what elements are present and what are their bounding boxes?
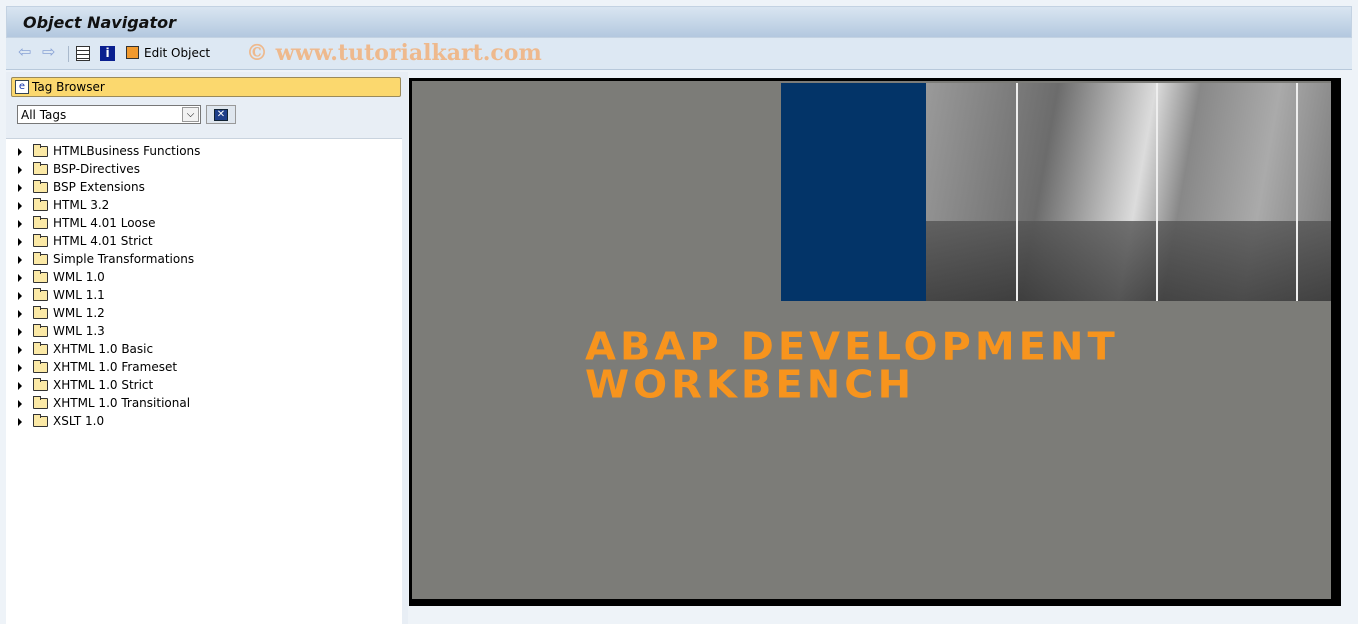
expand-icon[interactable]: [18, 166, 22, 174]
tree-node-label: WML 1.2: [53, 306, 105, 320]
blue-block: [781, 83, 926, 301]
expand-icon[interactable]: [18, 364, 22, 372]
tag-filter-value: All Tags: [21, 108, 67, 122]
splash-stage: ABAP DEVELOPMENT WORKBENCH: [412, 81, 1331, 599]
expand-icon[interactable]: [18, 148, 22, 156]
tree-node-label: WML 1.3: [53, 324, 105, 338]
expand-icon[interactable]: [18, 238, 22, 246]
tree-node-label: XSLT 1.0: [53, 414, 105, 428]
tree-node-label: Simple Transformations: [53, 252, 195, 266]
folder-icon: [33, 360, 48, 373]
arrow-right-icon[interactable]: ⇨: [42, 42, 55, 61]
tree-node-label: HTMLBusiness Functions: [53, 144, 201, 158]
heading-line-2: WORKBENCH: [585, 363, 916, 407]
panel-splitter[interactable]: [402, 72, 408, 624]
expand-icon[interactable]: [18, 202, 22, 210]
expand-icon[interactable]: [18, 292, 22, 300]
folder-icon: [33, 144, 48, 157]
tag-browser-header[interactable]: e Tag Browser: [11, 77, 401, 97]
window-title: Object Navigator: [23, 13, 176, 32]
title-bar: Object Navigator: [6, 6, 1352, 38]
expand-icon[interactable]: [18, 382, 22, 390]
edit-object-button[interactable]: Edit Object: [144, 46, 210, 60]
folder-icon: [33, 270, 48, 283]
folder-icon: [33, 180, 48, 193]
folder-icon: [33, 396, 48, 409]
folder-icon: [33, 234, 48, 247]
tree-node-label: HTML 4.01 Loose: [53, 216, 156, 230]
folder-icon: [33, 252, 48, 265]
tree-node-label: XHTML 1.0 Basic: [53, 342, 154, 356]
tree-node-label: HTML 3.2: [53, 198, 110, 212]
folder-icon: [33, 306, 48, 319]
chevron-down-icon[interactable]: ⌵: [182, 107, 199, 122]
toolbar-separator: [68, 46, 69, 62]
tree-node-label: HTML 4.01 Strict: [53, 234, 153, 248]
close-icon: ✕: [214, 109, 228, 121]
heading-line-1: ABAP DEVELOPMENT: [585, 325, 1119, 369]
tree-node-label: BSP Extensions: [53, 180, 145, 194]
tree-node-label: XHTML 1.0 Frameset: [53, 360, 178, 374]
folder-icon: [33, 342, 48, 355]
tree-node-label: WML 1.0: [53, 270, 105, 284]
toolbar: ⇦ ⇨ i Edit Object © www.tutorialkart.com: [6, 38, 1352, 70]
tag-browser-panel: e Tag Browser All Tags ⌵ ✕ HTMLBusiness …: [6, 72, 402, 624]
folder-icon: [33, 198, 48, 211]
expand-icon[interactable]: [18, 418, 22, 426]
edit-object-icon[interactable]: [126, 46, 139, 59]
tree-node-label: XHTML 1.0 Strict: [53, 378, 154, 392]
hierarchy-icon[interactable]: [76, 46, 90, 61]
expand-icon[interactable]: [18, 400, 22, 408]
folder-icon: [33, 216, 48, 229]
expand-icon[interactable]: [18, 220, 22, 228]
tree-node-label: WML 1.1: [53, 288, 105, 302]
office-photo: [926, 83, 1331, 301]
splash-heading: ABAP DEVELOPMENT WORKBENCH: [585, 328, 1119, 404]
folder-icon: [33, 162, 48, 175]
expand-icon[interactable]: [18, 256, 22, 264]
expand-icon[interactable]: [18, 274, 22, 282]
watermark: © www.tutorialkart.com: [246, 40, 542, 66]
folder-icon: [33, 378, 48, 391]
expand-icon[interactable]: [18, 310, 22, 318]
arrow-left-icon[interactable]: ⇦: [18, 42, 31, 61]
tag-browser-label: Tag Browser: [32, 80, 105, 94]
tag-tree: HTMLBusiness Functions BSP-Directives BSP …: [6, 138, 402, 624]
tree-node-label: BSP-Directives: [53, 162, 140, 176]
expand-icon[interactable]: [18, 184, 22, 192]
folder-icon: [33, 288, 48, 301]
expand-icon[interactable]: [18, 346, 22, 354]
browser-icon: e: [15, 80, 29, 94]
expand-icon[interactable]: [18, 328, 22, 336]
tree-node-label: XHTML 1.0 Transitional: [53, 396, 191, 410]
splash-panel: ABAP DEVELOPMENT WORKBENCH: [409, 78, 1341, 606]
info-icon[interactable]: i: [100, 46, 115, 61]
folder-icon: [33, 324, 48, 337]
folder-icon: [33, 414, 48, 427]
clear-filter-button[interactable]: ✕: [206, 105, 236, 124]
tag-filter-select[interactable]: All Tags ⌵: [17, 105, 201, 124]
